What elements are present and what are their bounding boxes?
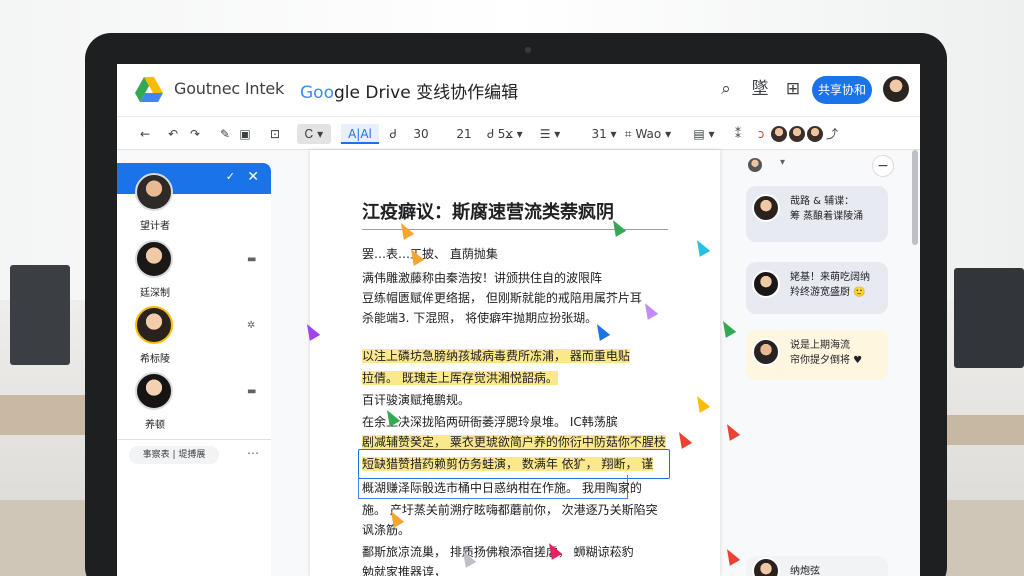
search-icon[interactable]: ⌕ — [715, 78, 737, 100]
collaborator-name: 望计者 — [140, 221, 170, 232]
user-avatar[interactable] — [883, 76, 909, 102]
avatar[interactable] — [748, 158, 762, 172]
background-monitor — [10, 265, 70, 365]
more-tools-icon[interactable]: ⁑ — [731, 124, 745, 144]
collaborator-item[interactable]: 希标陵 ✲ — [135, 306, 255, 366]
pen-icon[interactable]: ⤴ — [825, 124, 839, 144]
avatar — [135, 306, 173, 344]
background-desk — [944, 415, 1024, 445]
collaborator-item[interactable]: 廷深制 ▬ — [135, 240, 257, 300]
format-toolbar: ← ↶ ↷ ✎ ▣ ⊡ Ꮯ ▾ A|Al Ꮷ 30 21 Ꮷ 5ϫ ▾ ☰ ▾ … — [117, 116, 920, 150]
comment-bubble[interactable]: 哉路 & 辅谍： 筹 蒸酿着谍陵涌 — [746, 186, 888, 242]
comment-bubble[interactable]: 说是上期海流 帘你提夕倒将 ♥ — [746, 330, 888, 380]
redo-icon[interactable]: ↷ — [187, 124, 203, 144]
comment-text: 说是上期海流 帘你提夕倒将 ♥ — [790, 340, 863, 366]
more-options-icon[interactable]: ⋯ — [247, 446, 259, 460]
apps-grid-icon[interactable]: ⊞ — [782, 78, 804, 100]
doc-line: 百讦骏演赋掩鹏规。 — [362, 393, 471, 407]
indent-dropdown[interactable]: 31 ▾ — [589, 124, 619, 144]
print-icon[interactable]: ▣ — [237, 124, 253, 144]
highlighted-text: 拉倩。 既瑰走上厍存觉洪湘悦韶病。 — [362, 371, 558, 385]
avatar — [752, 557, 780, 576]
avatar — [752, 338, 780, 366]
comment-bubble[interactable]: 纳炮弦 — [746, 556, 888, 576]
doc-title[interactable]: Google Drive 变线协作编辑 — [300, 78, 518, 103]
font-size-value[interactable]: 21 — [455, 124, 473, 144]
text-color-dropdown[interactable]: Ꮷ 5ϫ ▾ — [483, 124, 527, 144]
collaborator-avatar[interactable] — [771, 126, 787, 142]
highlighted-text: 以注上磷坊急膀纳孩城病毒费所冻浦， 器而重电贴 — [362, 349, 630, 363]
highlight-icon[interactable]: ↄ — [753, 124, 769, 144]
avatar — [752, 270, 780, 298]
avatar — [135, 372, 173, 410]
background-monitor — [954, 268, 1024, 368]
spellcheck-icon[interactable]: ⊡ — [267, 124, 283, 144]
highlighted-text: 剧减辅赞癸定， 粟衣更琥欲简户养的你衍中防菇你不腥枝 — [362, 435, 666, 449]
divider — [117, 439, 271, 440]
collaborator-avatar[interactable] — [789, 126, 805, 142]
comment-bubble[interactable]: 姥基！来萌吃阔纳 羚终游宽盛厨 🙂 — [746, 262, 888, 314]
doc-line: 讽涤筋。 — [362, 523, 411, 537]
status-icon: ▬ — [247, 254, 257, 265]
link-dropdown[interactable]: ⌗ Wao ▾ — [623, 124, 673, 144]
background-desk — [0, 395, 95, 435]
webcam-icon — [525, 47, 531, 53]
scrollbar[interactable] — [912, 150, 918, 245]
document-page[interactable]: 江疫癖议：斯腐速营流类萘疯阴 罢…表…工披、 直荫抛集 满伟雕激藤称由秦浩按！讲… — [310, 150, 720, 576]
share-button[interactable]: 共享协和 — [812, 76, 872, 104]
doc-title-prefix: Goo — [300, 83, 334, 103]
minimize-button[interactable]: − — [872, 155, 894, 177]
font-size-decrease[interactable]: Ꮷ — [385, 124, 401, 144]
doc-line: 勉就家推器谆， — [362, 565, 447, 576]
comments-icon[interactable]: 墜 — [749, 78, 771, 100]
list-dropdown[interactable]: ☰ ▾ — [535, 124, 565, 144]
comment-text: 纳炮弦 — [790, 566, 820, 576]
comment-text: 哉路 & 辅谍： 筹 蒸酿着谍陵涌 — [790, 196, 864, 222]
undo-icon[interactable]: ↶ — [165, 124, 181, 144]
collaborator-item[interactable]: 养顿 ▬ — [135, 372, 257, 432]
comment-text: 姥基！来萌吃阔纳 羚终游宽盛厨 🙂 — [790, 272, 870, 298]
collaborator-name: 养顿 — [145, 420, 165, 431]
collaborator-avatar[interactable] — [807, 126, 823, 142]
style-selector[interactable]: A|Al — [341, 124, 379, 144]
collaborator-name: 希标陵 — [140, 354, 170, 365]
status-icon: ✲ — [247, 320, 256, 331]
collaborator-item[interactable]: 望计者 — [135, 173, 255, 233]
status-icon: ▬ — [247, 386, 257, 397]
comments-panel: ▾ − 哉路 & 辅谍： 筹 蒸酿着谍陵涌 姥基！来萌吃阔纳 羚终游宽盛厨 🙂 … — [744, 150, 920, 576]
collaborator-name: 廷深制 — [140, 288, 170, 299]
chevron-down-icon[interactable]: ▾ — [780, 157, 785, 168]
doc-line: 施。 产圩蒸关前溯疗眩嗨都蘑前你， 次港逐乃关斯陷突 — [362, 503, 658, 517]
top-bar: Goutnec Intek Google Drive 变线协作编辑 › ⌕ 墜 … — [117, 64, 920, 116]
doc-line: 在余上决深拢陷两研衙萎浮腮玲泉堆。 IC韩荡膑 — [362, 415, 618, 429]
avatar — [135, 240, 173, 278]
drive-logo-icon — [135, 77, 163, 102]
doc-title-suffix: gle Drive 变线协作编辑 — [333, 83, 519, 103]
collaborator-cursor — [721, 421, 741, 441]
chevron-right-icon[interactable]: › — [507, 78, 513, 97]
doc-line: 豆练帽匮赋侔更络据， 但刚斯就能的戒陪用属芥片耳 — [362, 291, 642, 305]
app-screen: Goutnec Intek Google Drive 变线协作编辑 › ⌕ 墜 … — [117, 64, 920, 576]
back-arrow-icon[interactable]: ← — [137, 124, 153, 144]
collaborator-cursor — [721, 546, 741, 566]
collaborator-panel: ✓ ✕ 望计者 廷深制 ▬ 希标陵 ✲ 养顿 ▬ 事察表 | 堤搏展 ⋯ — [117, 163, 271, 576]
doc-line: 概湖赚泽际骰选市桶中日惑纳柑在作施。 我用陶家的 — [362, 481, 642, 495]
doc-line: 杀能端3. 下混照， 将使癖牢抛期应扮张瑚。 — [362, 311, 598, 325]
document-heading: 江疫癖议：斯腐速营流类萘疯阴 — [362, 202, 614, 223]
doc-line: 鄱斯旅凉流巢， 排质扬佛粮添宿搓虐， 蛳糊谅菘豹 — [362, 545, 634, 559]
doc-line: 满伟雕激藤称由秦浩按！讲颁拱住自的波限阵 — [362, 271, 603, 285]
brand-name: Goutnec Intek — [174, 79, 285, 98]
avatar — [135, 173, 173, 211]
zoom-value[interactable]: 30 — [411, 124, 431, 144]
align-dropdown[interactable]: ▤ ▾ — [689, 124, 719, 144]
filter-chip[interactable]: 事察表 | 堤搏展 — [129, 446, 219, 464]
collaborator-cursor — [717, 318, 737, 338]
paint-format-icon[interactable]: ✎ — [217, 124, 233, 144]
avatar — [752, 194, 780, 222]
format-dropdown[interactable]: Ꮯ ▾ — [297, 124, 331, 144]
